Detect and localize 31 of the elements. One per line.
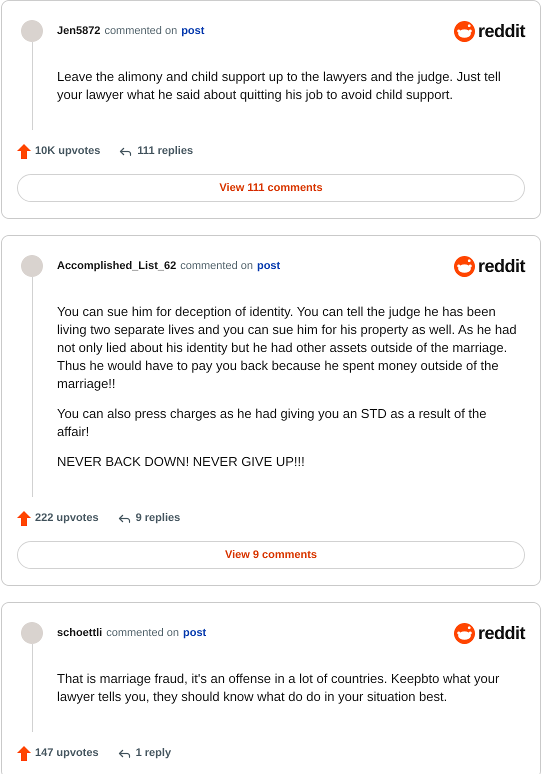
brand-name: reddit: [478, 256, 525, 276]
reddit-logo-icon: [454, 622, 475, 644]
reddit-logo-icon: [454, 20, 475, 42]
comment-text: You can also press charges as he had giving you an STD as a result of the affair!: [57, 405, 488, 441]
view-comments-button[interactable]: View 111 comments: [17, 174, 525, 202]
author-name[interactable]: Jen5872: [57, 25, 100, 37]
author-name[interactable]: schoettli: [57, 627, 102, 639]
post-link[interactable]: post: [256, 260, 280, 272]
brand-name: reddit: [478, 20, 525, 42]
upvote-arrow-icon[interactable]: [17, 144, 31, 158]
brand-name: reddit: [478, 622, 525, 644]
reply-count: 111 replies: [137, 145, 194, 157]
upvote-arrow-icon[interactable]: [17, 510, 31, 526]
upvote-count: 222 upvotes: [35, 512, 99, 524]
author-name[interactable]: Accomplished_List_62: [57, 260, 176, 272]
upvote-arrow-icon[interactable]: [17, 746, 31, 760]
action-text: commented on: [106, 627, 179, 639]
action-text: commented on: [104, 25, 178, 37]
upvote-count: 147 upvotes: [35, 747, 99, 759]
comment-text: Leave the alimony and child support up to the lawyers and the judge. Just tell your lawyer what he said about quitting his job to avoid child support.: [57, 68, 502, 104]
view-comments-button[interactable]: View 9 comments: [17, 541, 525, 569]
upvote-count: 10K upvotes: [35, 145, 100, 157]
reply-count: 9 replies: [136, 512, 180, 524]
comment-text: You can sue him for deception of identity. You can tell the judge he has been living two separate lives and you can sue him for his property as well. As he had not only lied about his identity but he had other assets outside of the marriage. Thus he would have to pay you back because he spent money outside of the marriage!!: [57, 303, 517, 393]
action-text: commented on: [180, 260, 253, 272]
post-link[interactable]: post: [181, 25, 204, 37]
reply-count: 1 reply: [136, 747, 172, 759]
reddit-logo-icon: [454, 256, 475, 276]
post-link[interactable]: post: [183, 627, 206, 639]
comment-text: That is marriage fraud, it's an offense in a lot of countries. Keepbto what your lawyer tells you, they should know what do do in your situation best.: [57, 670, 500, 706]
comment-text: NEVER BACK DOWN! NEVER GIVE UP!!!: [57, 453, 306, 471]
